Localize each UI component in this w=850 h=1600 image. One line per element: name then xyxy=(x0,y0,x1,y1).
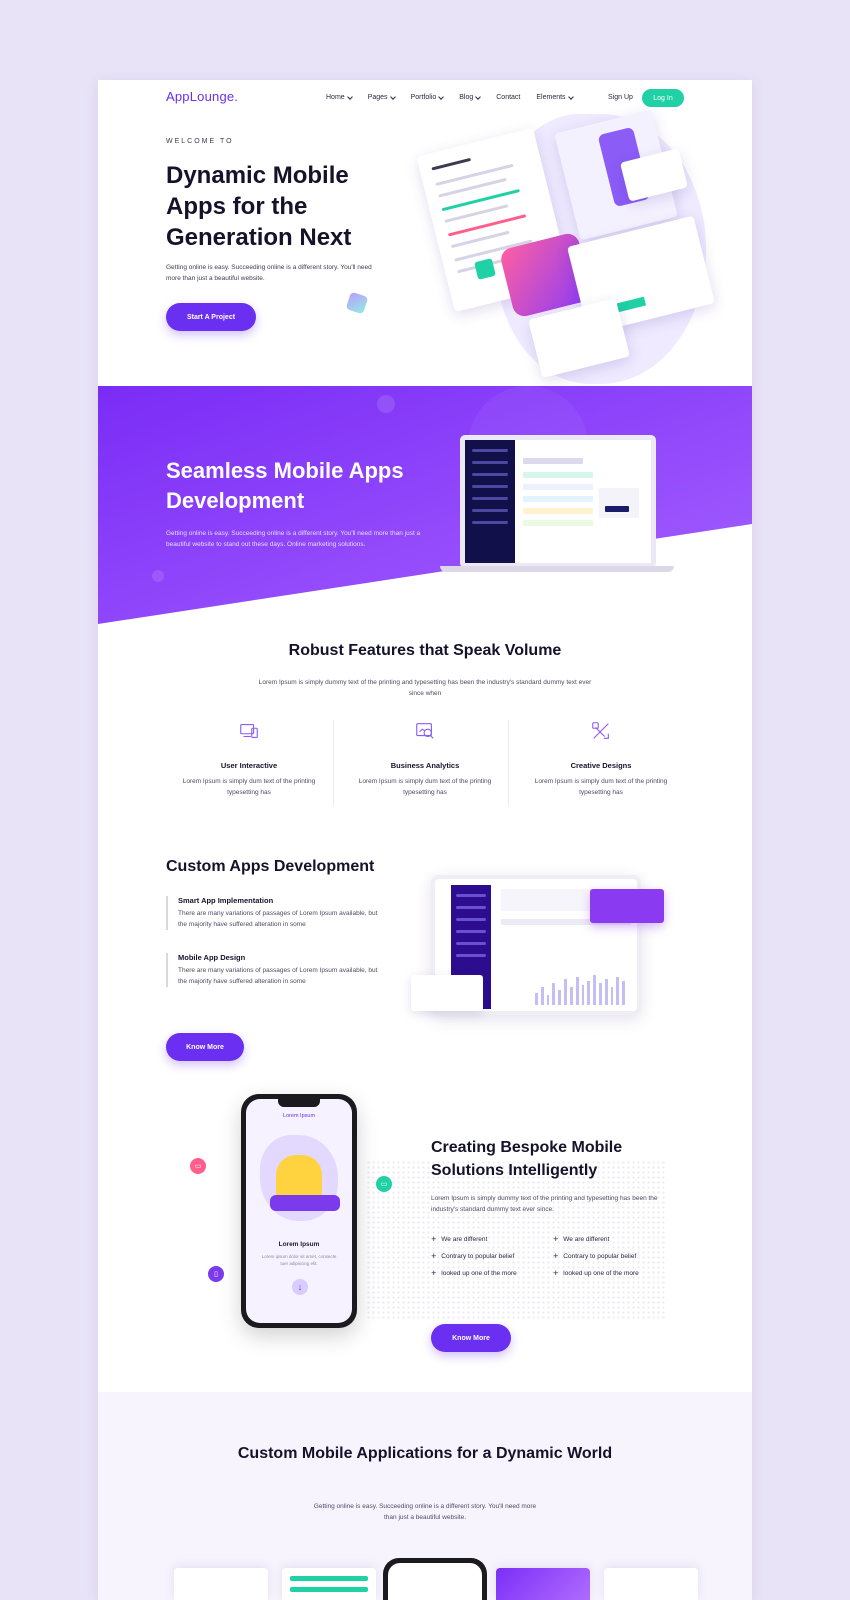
list-item: + We are different xyxy=(553,1234,610,1244)
custom-apps-item: Smart App Implementation There are many … xyxy=(166,896,386,930)
know-more-button[interactable]: Know More xyxy=(431,1324,511,1352)
custom-apps-item: Mobile App Design There are many variati… xyxy=(166,953,386,987)
bespoke-title: Creating Bespoke Mobile Solutions Intell… xyxy=(431,1139,623,1179)
notification-card xyxy=(590,889,664,923)
mobile-icon: ▯ xyxy=(208,1266,224,1282)
feature-text: Lorem Ipsum is simply dum text of the pr… xyxy=(534,778,668,796)
plus-icon: + xyxy=(431,1268,437,1278)
monitor-icon: ▭ xyxy=(190,1158,206,1174)
bespoke-list-left: + We are different + Contrary to popular b… xyxy=(431,1234,517,1279)
phone-title: Lorem Ipsum xyxy=(278,1241,320,1248)
know-more-button[interactable]: Know More xyxy=(166,1033,244,1061)
bespoke-text: Lorem Ipsum is simply dummy text of the … xyxy=(431,1195,658,1213)
hero-illustration xyxy=(416,100,716,390)
list-item: + Contrary to popular belief xyxy=(553,1251,637,1261)
start-project-button[interactable]: Start A Project xyxy=(166,303,256,331)
landing-page: AppLounge. Home Pages Portfolio Blog Con… xyxy=(98,80,752,1600)
list-item: + looked up one of the more xyxy=(553,1268,639,1278)
phone-subtitle: Lorem ipsum dolor sit amet, consecte tue… xyxy=(261,1254,337,1266)
feature-title: User Interactive xyxy=(220,761,278,770)
list-item: + Contrary to popular belief xyxy=(431,1251,515,1261)
design-icon xyxy=(592,722,609,739)
chevron-down-icon xyxy=(438,93,445,100)
phone-notch xyxy=(278,1099,320,1107)
showcase-text: Getting online is easy. Succeeding onlin… xyxy=(313,1503,537,1521)
bar-graph xyxy=(535,975,625,1005)
item-text: There are many variations of passages of… xyxy=(178,910,378,928)
list-item: + looked up one of the more xyxy=(431,1268,517,1278)
nav-item-pages[interactable]: Pages xyxy=(368,93,396,101)
feature-text: Lorem Ipsum is simply dum text of the pr… xyxy=(358,778,492,796)
laptop-mockup xyxy=(460,435,656,568)
progress-card xyxy=(411,975,483,1011)
item-title: Mobile App Design xyxy=(178,953,246,962)
divider xyxy=(508,720,509,806)
app-screenshot[interactable] xyxy=(174,1568,268,1600)
feature-user-interactive: User Interactive Lorem Ipsum is simply d… xyxy=(171,720,327,798)
brand-logo[interactable]: AppLounge. xyxy=(166,89,238,104)
devices-icon xyxy=(240,724,258,738)
feature-title: Creative Designs xyxy=(570,761,632,770)
laptop-illustration xyxy=(270,1195,340,1211)
plus-icon: + xyxy=(431,1251,437,1261)
analytics-icon xyxy=(416,723,434,739)
divider xyxy=(333,720,334,806)
phone-header: Lorem Ipsum xyxy=(282,1113,316,1119)
plus-icon: + xyxy=(553,1268,559,1278)
showcase-title: Custom Mobile Applications for a Dynamic… xyxy=(237,1445,613,1462)
laptop-base xyxy=(440,566,674,572)
screen-icon: ▭ xyxy=(376,1176,392,1192)
dashboard-sidebar xyxy=(465,440,515,563)
app-screenshot-phone[interactable] xyxy=(383,1558,487,1600)
chevron-down-icon xyxy=(475,93,482,100)
hero-title: Dynamic Mobile Apps for the Generation N… xyxy=(166,162,352,251)
bespoke-list-right: + We are different + Contrary to popular b… xyxy=(553,1234,639,1279)
phone-screen: Lorem Ipsum Lorem Ipsum Lorem ipsum dolo… xyxy=(246,1099,352,1323)
hero-eyebrow: WELCOME TO xyxy=(166,138,234,145)
features-subtitle: Lorem Ipsum is simply dummy text of the … xyxy=(258,679,592,697)
features-title: Robust Features that Speak Volume xyxy=(288,642,562,659)
plus-icon: + xyxy=(553,1251,559,1261)
chevron-down-icon xyxy=(389,93,396,100)
chevron-down-icon xyxy=(567,93,574,100)
chevron-down-icon xyxy=(346,93,353,100)
feature-text: Lorem Ipsum is simply dum text of the pr… xyxy=(182,778,316,796)
band-title: Seamless Mobile Apps Development xyxy=(166,458,404,513)
phone-mockup: Lorem Ipsum Lorem Ipsum Lorem ipsum dolo… xyxy=(241,1094,357,1328)
item-text: There are many variations of passages of… xyxy=(178,967,378,985)
feature-title: Business Analytics xyxy=(390,761,460,770)
list-item: + We are different xyxy=(431,1234,488,1244)
decorative-cube xyxy=(345,291,369,315)
arrow-down-icon[interactable]: ↓ xyxy=(292,1279,308,1295)
app-screenshot[interactable] xyxy=(496,1568,590,1600)
plus-icon: + xyxy=(431,1234,437,1244)
item-title: Smart App Implementation xyxy=(178,896,274,905)
feature-creative-designs: Creative Designs Lorem Ipsum is simply d… xyxy=(523,720,679,798)
app-screenshot[interactable] xyxy=(282,1568,376,1600)
custom-apps-title: Custom Apps Development xyxy=(166,858,375,875)
app-screenshot[interactable] xyxy=(604,1568,698,1600)
feature-business-analytics: Business Analytics Lorem Ipsum is simply… xyxy=(347,720,503,798)
hero-text: Getting online is easy. Succeeding onlin… xyxy=(166,264,372,282)
plus-icon: + xyxy=(553,1234,559,1244)
band-text: Getting online is easy. Succeeding onlin… xyxy=(166,530,421,548)
nav-item-home[interactable]: Home xyxy=(326,93,353,101)
